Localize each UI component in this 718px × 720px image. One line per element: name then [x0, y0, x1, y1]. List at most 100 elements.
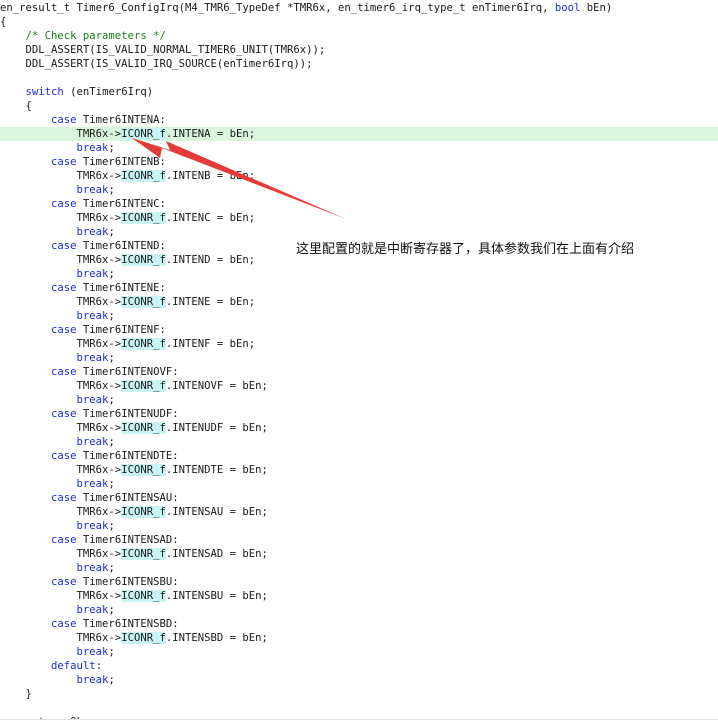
code-line[interactable]: break; [0, 603, 718, 617]
code-line[interactable]: TMR6x->ICONR_f.INTENE = bEn; [0, 295, 718, 309]
code-line[interactable]: TMR6x->ICONR_f.INTENSBD = bEn; [0, 631, 718, 645]
code-token: ; [108, 520, 115, 532]
code-line[interactable]: DDL_ASSERT(IS_VALID_IRQ_SOURCE(enTimer6I… [0, 57, 718, 71]
code-line[interactable]: break; [0, 141, 718, 155]
code-line[interactable]: TMR6x->ICONR_f.INTENA = bEn; [0, 127, 718, 141]
code-line[interactable]: TMR6x->ICONR_f.INTENSAD = bEn; [0, 547, 718, 561]
code-line[interactable]: TMR6x->ICONR_f.INTENC = bEn; [0, 211, 718, 225]
code-line[interactable]: break; [0, 645, 718, 659]
code-line[interactable]: break; [0, 519, 718, 533]
code-line[interactable] [0, 71, 718, 85]
code-keyword: break [76, 674, 109, 686]
code-line[interactable]: break; [0, 309, 718, 323]
code-line[interactable]: case Timer6INTENSBU: [0, 575, 718, 589]
code-token: Timer6INTENE: [76, 282, 166, 294]
code-highlight: ICONR_f [121, 632, 166, 644]
code-line[interactable]: case Timer6INTENSBD: [0, 617, 718, 631]
code-highlight: ICONR_f [121, 170, 166, 182]
code-token: ; [108, 562, 115, 574]
code-line[interactable]: case Timer6INTENUDF: [0, 407, 718, 421]
code-keyword: case [51, 450, 77, 462]
annotation-text: 这里配置的就是中断寄存器了，具体参数我们在上面有介绍 [296, 242, 635, 257]
code-keyword: case [51, 324, 77, 336]
code-token: ; [108, 674, 115, 686]
code-line[interactable] [0, 701, 718, 715]
code-token: ; [108, 436, 115, 448]
code-line[interactable]: TMR6x->ICONR_f.INTENSBU = bEn; [0, 589, 718, 603]
code-keyword: bool [554, 2, 581, 14]
code-token: TMR6x-> [0, 296, 122, 308]
code-keyword: break [76, 184, 109, 196]
code-token: : [95, 660, 103, 672]
code-line[interactable]: TMR6x->ICONR_f.INTENDTE = bEn; [0, 463, 718, 477]
code-token: DDL_ASSERT(IS_VALID_NORMAL_TIMER6_UNIT(T… [0, 44, 326, 56]
code-keyword: break [76, 646, 109, 658]
code-token: .INTENSAU = bEn; [165, 506, 268, 518]
code-line[interactable]: break; [0, 225, 718, 239]
code-line[interactable]: TMR6x->ICONR_f.INTENOVF = bEn; [0, 379, 718, 393]
code-token: ; [108, 646, 115, 658]
code-line[interactable]: { [0, 15, 718, 29]
code-keyword: break [76, 478, 109, 490]
code-line[interactable]: case Timer6INTENDTE: [0, 449, 718, 463]
code-line[interactable]: case Timer6INTENA: [0, 113, 718, 127]
code-line[interactable]: TMR6x->ICONR_f.INTENF = bEn; [0, 337, 718, 351]
code-line[interactable]: break; [0, 351, 718, 365]
code-line[interactable]: } [0, 687, 718, 701]
code-line[interactable]: break; [0, 561, 718, 575]
code-line[interactable]: case Timer6INTENC: [0, 197, 718, 211]
code-highlight: ICONR_f [121, 422, 166, 434]
code-line[interactable]: switch (enTimer6Irq) [0, 85, 718, 99]
code-line[interactable]: case Timer6INTENSAU: [0, 491, 718, 505]
code-line[interactable]: break; [0, 183, 718, 197]
code-highlight: ICONR_f [121, 128, 166, 140]
code-keyword: switch [25, 86, 64, 98]
code-line[interactable]: TMR6x->ICONR_f.INTENUDF = bEn; [0, 421, 718, 435]
code-line[interactable]: break; [0, 393, 718, 407]
code-line[interactable]: case Timer6INTENF: [0, 323, 718, 337]
code-token: TMR6x-> [0, 590, 122, 602]
code-keyword: case [51, 198, 77, 210]
code-line[interactable]: case Timer6INTENSAD: [0, 533, 718, 547]
code-line[interactable]: default: [0, 659, 718, 673]
code-line[interactable]: break; [0, 435, 718, 449]
code-keyword: break [76, 394, 109, 406]
code-line[interactable]: TMR6x->ICONR_f.INTENSAU = bEn; [0, 505, 718, 519]
code-token: ; [108, 184, 115, 196]
code-highlight: ICONR_f [121, 590, 166, 602]
code-line[interactable]: case Timer6INTENB: [0, 155, 718, 169]
code-line[interactable]: break; [0, 267, 718, 281]
code-token: Timer6INTENUDF: [76, 408, 179, 420]
code-token: .INTENF = bEn; [165, 338, 256, 350]
code-line[interactable]: case Timer6INTENE: [0, 281, 718, 295]
code-keyword: break [76, 142, 109, 154]
code-line[interactable]: /* Check parameters */ [0, 29, 718, 43]
code-token: ; [108, 142, 115, 154]
code-token: TMR6x-> [0, 464, 122, 476]
code-token: ; [108, 226, 115, 238]
code-token: Timer6INTENSAU: [76, 492, 179, 504]
code-line[interactable]: { [0, 99, 718, 113]
code-line[interactable]: break; [0, 673, 718, 687]
code-line[interactable]: DDL_ASSERT(IS_VALID_NORMAL_TIMER6_UNIT(T… [0, 43, 718, 57]
code-line[interactable]: break; [0, 477, 718, 491]
code-line[interactable]: en_result_t Timer6_ConfigIrq(M4_TMR6_Typ… [0, 1, 718, 15]
code-token: TMR6x-> [0, 422, 122, 434]
code-line[interactable]: case Timer6INTENOVF: [0, 365, 718, 379]
code-editor[interactable]: en_result_t Timer6_ConfigIrq(M4_TMR6_Typ… [0, 0, 718, 720]
code-token: TMR6x-> [0, 506, 122, 518]
code-keyword: break [76, 520, 109, 532]
code-line[interactable]: TMR6x->ICONR_f.INTENB = bEn; [0, 169, 718, 183]
code-token: Timer6INTENDTE: [76, 450, 179, 462]
code-token: .INTENOVF = bEn; [165, 380, 268, 392]
